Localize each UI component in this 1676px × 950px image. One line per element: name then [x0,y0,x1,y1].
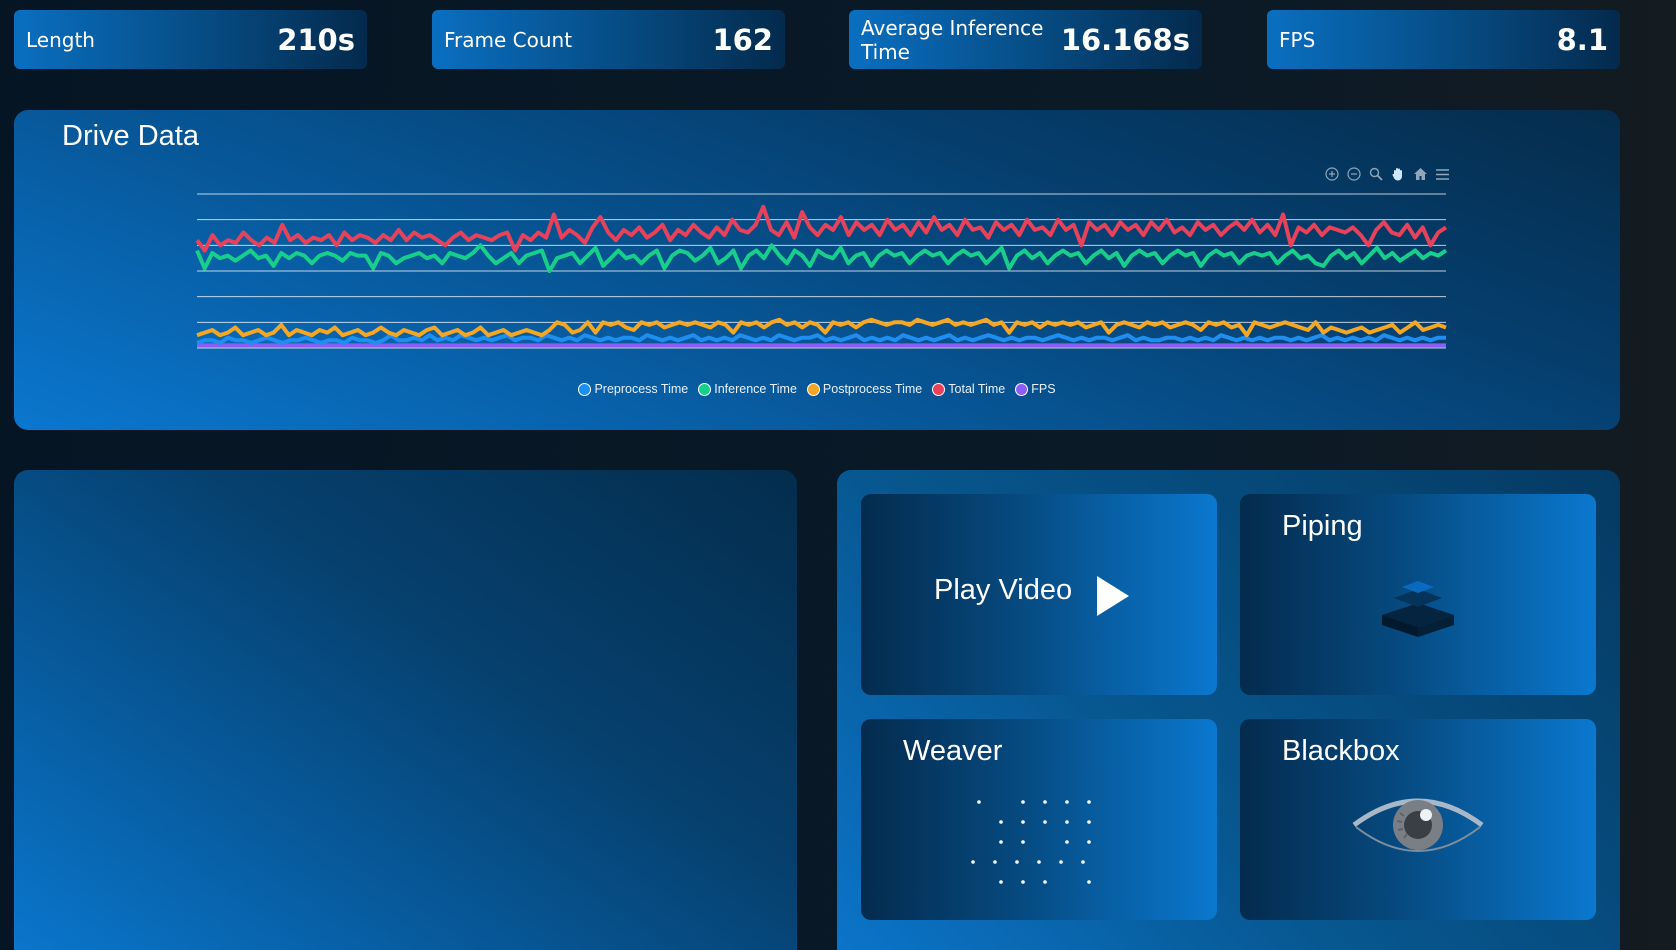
dot [1015,860,1019,864]
dot [1043,800,1047,804]
dot [999,840,1003,844]
dot [1043,820,1047,824]
play-video-label: Play Video [934,574,1073,606]
chart-legend: Preprocess Time Inference Time Postproce… [14,382,1620,396]
stat-label: Average Inference Time [861,15,1044,64]
zoom-selection-icon[interactable] [1368,166,1384,182]
weaver-label: Weaver [903,735,1003,767]
empty-panel [14,470,797,950]
legend-item-preprocess[interactable]: Preprocess Time [578,382,688,396]
zoom-out-icon[interactable] [1346,166,1362,182]
series-line-preprocess-time[interactable] [196,333,1446,345]
dot [1043,880,1047,884]
dot [1065,800,1069,804]
eye-icon [1352,798,1484,852]
legend-item-total[interactable]: Total Time [932,382,1005,396]
dot [1037,860,1041,864]
legend-item-fps[interactable]: FPS [1015,382,1056,396]
dot [1087,800,1091,804]
piping-tile[interactable]: Piping [1240,494,1596,695]
dot [977,800,981,804]
stat-label: Length [26,27,95,52]
dot [1087,880,1091,884]
blackbox-label: Blackbox [1282,735,1400,767]
play-video-tile[interactable]: Play Video [861,494,1217,695]
dot [999,820,1003,824]
legend-marker [578,382,592,396]
pan-hand-icon[interactable] [1390,166,1406,182]
dot [1081,860,1085,864]
dot [1087,840,1091,844]
legend-label: Inference Time [714,382,797,396]
stat-card-length: Length 210s [14,10,367,69]
legend-label: Preprocess Time [594,382,689,396]
legend-marker [698,382,712,396]
dot [993,860,997,864]
legend-label: Postprocess Time [822,382,923,396]
drive-data-panel: Drive Data Preprocess Time Inference Tim… [14,110,1620,430]
piping-label: Piping [1282,510,1363,542]
dot [1021,800,1025,804]
dot [1087,820,1091,824]
apps-panel: Play Video Piping Weaver Blackbox [837,470,1620,950]
legend-item-postprocess[interactable]: Postprocess Time [806,382,923,396]
play-icon [1097,576,1129,616]
legend-item-inference[interactable]: Inference Time [698,382,797,396]
chart-toolbar [1324,166,1450,182]
series-line-inference-time[interactable] [195,243,1448,273]
zoom-in-icon[interactable] [1324,166,1340,182]
dot-grid-icon [971,800,1091,884]
dot [971,860,975,864]
stat-label: FPS [1279,27,1316,52]
stat-value: 210s [277,22,355,57]
dot [1065,840,1069,844]
stat-value: 16.168s [1060,22,1190,57]
menu-icon[interactable] [1434,166,1450,182]
stacked-layers-icon [1382,581,1454,637]
stat-value: 8.1 [1556,22,1608,57]
dot [1021,840,1025,844]
dot [1059,860,1063,864]
series-line-total-time[interactable] [195,204,1448,253]
legend-marker [806,382,820,396]
stat-value: 162 [712,22,773,57]
reset-home-icon[interactable] [1412,166,1428,182]
dot [1021,880,1025,884]
legend-marker [932,382,946,396]
legend-label: Total Time [948,382,1006,396]
stat-label: Frame Count [444,27,573,52]
dot [1021,820,1025,824]
legend-marker [1015,382,1029,396]
dot [999,880,1003,884]
legend-label: FPS [1031,382,1056,396]
stat-card-frame-count: Frame Count 162 [432,10,785,69]
stat-card-fps: FPS 8.1 [1267,10,1620,69]
dot [1065,820,1069,824]
blackbox-tile[interactable]: Blackbox [1240,719,1596,920]
stat-card-average-inference-time: Average Inference Time 16.168s [849,10,1202,69]
weaver-tile[interactable]: Weaver [861,719,1217,920]
